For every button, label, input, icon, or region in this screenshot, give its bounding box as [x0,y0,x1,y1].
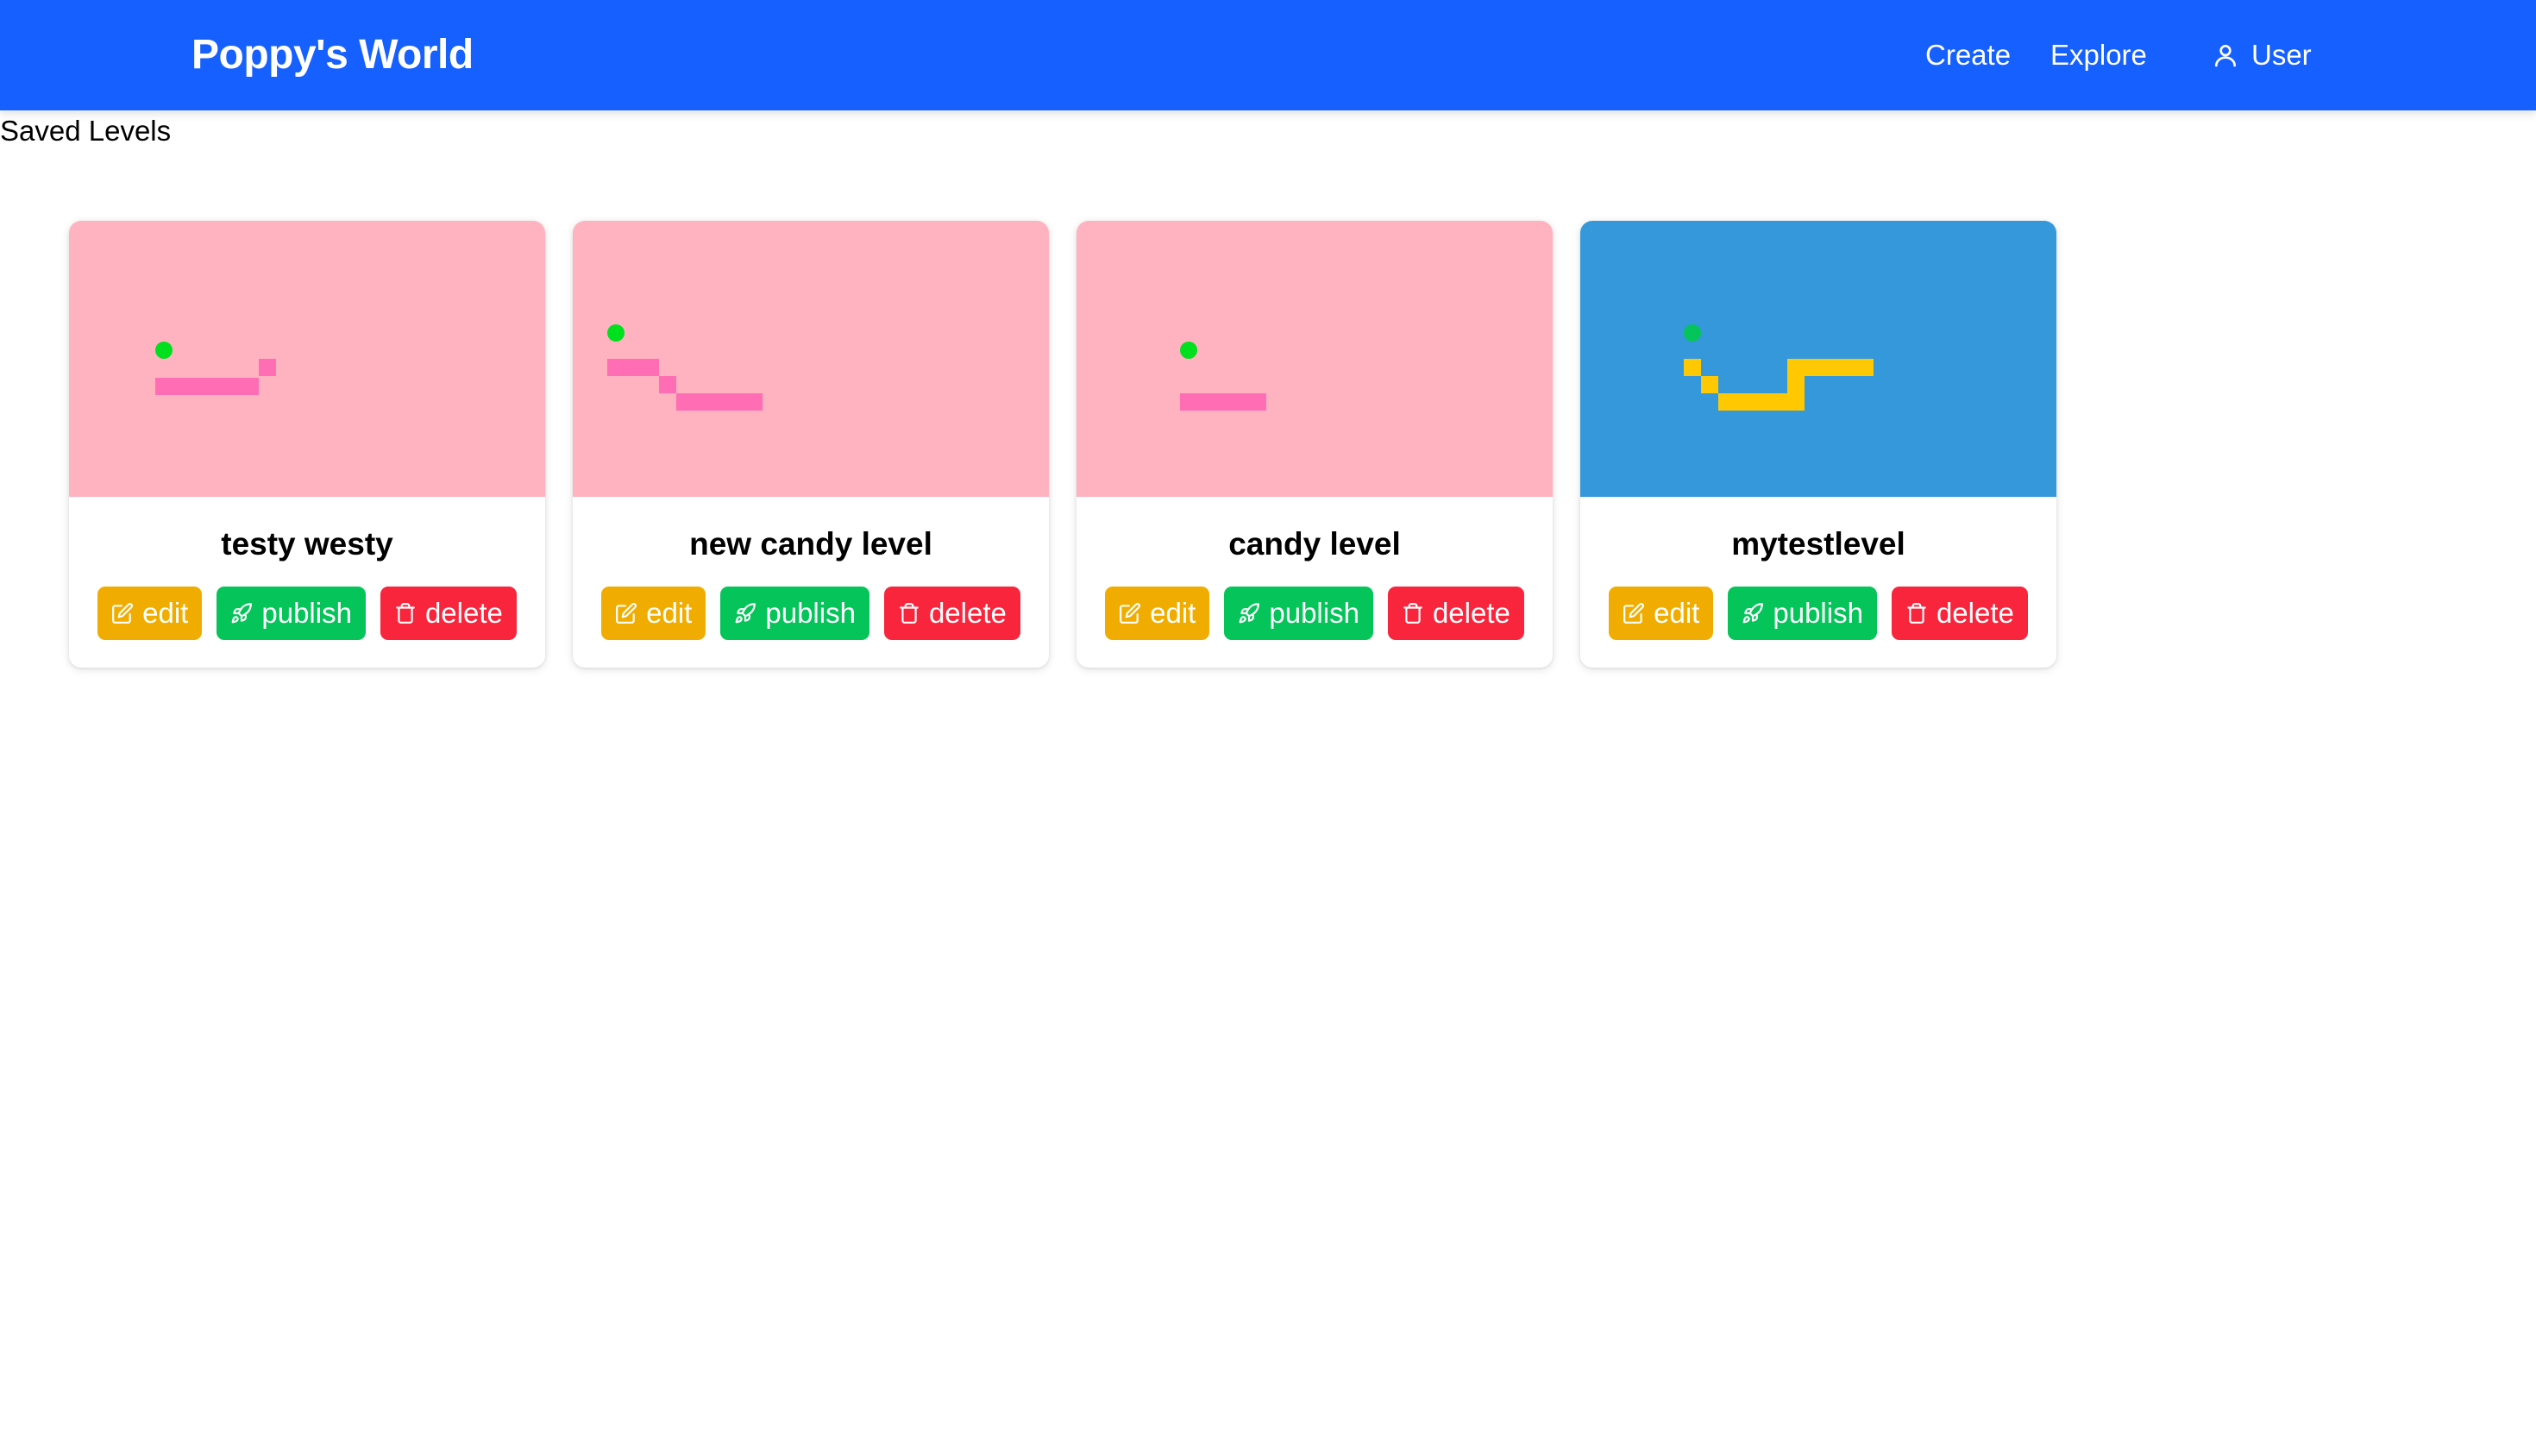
level-actions: edit publish delete [69,587,545,640]
edit-button[interactable]: edit [1105,587,1210,640]
player-marker [1684,324,1701,342]
nav-user-menu[interactable]: User [2212,0,2312,110]
platform-block [1684,359,1701,376]
publish-button[interactable]: publish [1224,587,1373,640]
platform-block [259,359,276,376]
level-preview[interactable] [573,221,1049,497]
publish-label: publish [1269,597,1359,629]
level-preview[interactable] [69,221,545,497]
platform-block [676,393,763,411]
trash-icon [1402,602,1424,624]
player-marker [155,342,173,359]
delete-button[interactable]: delete [883,587,1020,640]
level-card: new candy level edit publish delete [573,221,1049,668]
level-preview[interactable] [1580,221,2056,497]
publish-button[interactable]: publish [1728,587,1877,640]
edit-icon [1623,602,1645,624]
level-actions: edit publish delete [573,587,1049,640]
level-title: mytestlevel [1731,526,1905,562]
delete-button[interactable]: delete [1387,587,1524,640]
level-card: testy westy edit publish delete [69,221,545,668]
platform-block [607,359,659,376]
publish-label: publish [765,597,856,629]
trash-icon [394,602,417,624]
level-preview[interactable] [1077,221,1553,497]
delete-button[interactable]: delete [1891,587,2028,640]
player-marker [1180,342,1197,359]
nav-create-link[interactable]: Create [1925,0,2011,110]
user-icon [2212,41,2239,69]
platform-block [1180,393,1266,411]
edit-label: edit [1654,597,1700,629]
level-card: candy level edit publish delete [1077,221,1553,668]
trash-icon [1905,602,1928,624]
level-actions: edit publish delete [1580,587,2056,640]
rocket-icon [230,602,253,624]
edit-icon [1119,602,1141,624]
platform-block [1787,359,1874,376]
user-label: User [2251,39,2312,71]
publish-label: publish [261,597,352,629]
edit-button[interactable]: edit [601,587,706,640]
trash-icon [898,602,920,624]
top-navbar: Poppy's World Create Explore User [0,0,2536,110]
publish-button[interactable]: publish [720,587,869,640]
platform-block [1701,376,1718,393]
level-card: mytestlevel edit publish delete [1580,221,2056,668]
platform-block [659,376,676,393]
edit-label: edit [1150,597,1196,629]
level-title: testy westy [221,526,393,562]
platform-block [155,378,259,395]
page-title: Saved Levels [0,115,172,147]
publish-label: publish [1773,597,1863,629]
publish-button[interactable]: publish [217,587,366,640]
preview-background [69,221,545,497]
edit-button[interactable]: edit [1609,587,1714,640]
rocket-icon [734,602,756,624]
delete-button[interactable]: delete [380,587,517,640]
preview-background [1077,221,1553,497]
edit-button[interactable]: edit [97,587,203,640]
edit-label: edit [646,597,693,629]
player-marker [607,324,625,342]
delete-label: delete [424,597,503,629]
nav-explore-link[interactable]: Explore [2050,0,2147,110]
delete-label: delete [928,597,1007,629]
brand-logo[interactable]: Poppy's World [191,0,474,110]
edit-icon [615,602,637,624]
edit-label: edit [142,597,189,629]
edit-icon [111,602,134,624]
rocket-icon [1742,602,1764,624]
platform-block [1718,393,1805,411]
rocket-icon [1238,602,1260,624]
delete-label: delete [1936,597,2014,629]
level-actions: edit publish delete [1077,587,1553,640]
level-title: new candy level [689,526,932,562]
level-title: candy level [1228,526,1401,562]
delete-label: delete [1432,597,1510,629]
